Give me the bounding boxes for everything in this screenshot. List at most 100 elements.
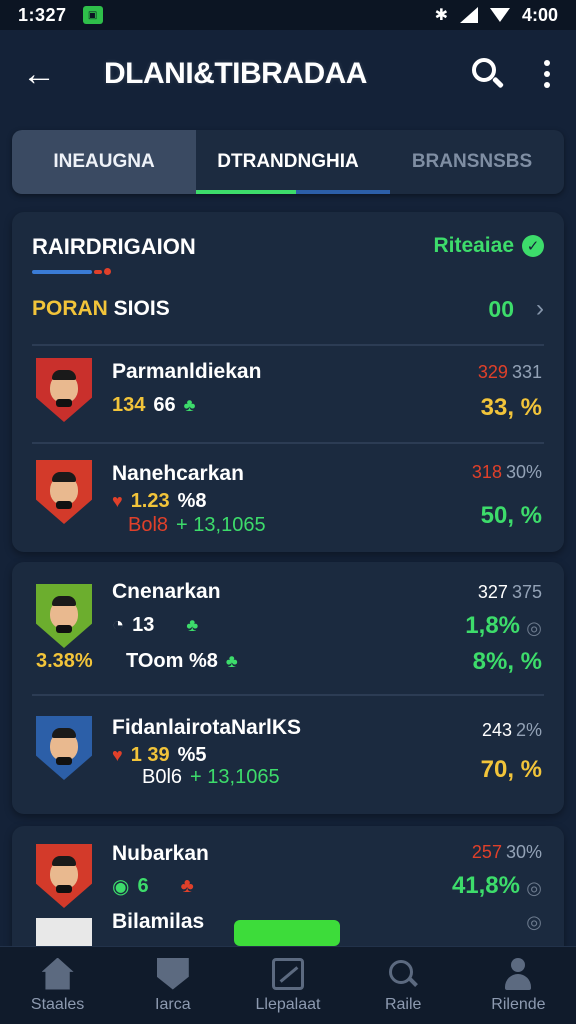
divider: [32, 694, 544, 696]
info-icon[interactable]: ◎: [526, 912, 542, 933]
status-bar: 1:327 ▣ ✱ 4:00: [0, 0, 576, 30]
item-extra-a: B0l6: [142, 766, 183, 788]
nav-item-1[interactable]: Staales: [0, 947, 115, 1024]
team-crest-icon: [36, 358, 92, 422]
item-stat-2: 66: [153, 394, 176, 416]
filter-row[interactable]: PORAN SIOIS 00 ›: [32, 288, 544, 330]
more-options-icon[interactable]: [540, 56, 554, 92]
item-mid-pct: 1,8%: [465, 612, 520, 639]
item-pct: 329 331: [478, 362, 542, 383]
item-big-pct: 70, %: [480, 756, 542, 783]
item-name: FidanlairotaNarlKS: [112, 716, 302, 739]
item-big-pct: 41,8%: [451, 872, 520, 899]
floating-action-pill[interactable]: [234, 920, 340, 946]
clover-icon: ♣: [183, 395, 196, 415]
team-crest-icon: [36, 844, 92, 908]
nav-label: Iarca: [155, 995, 191, 1013]
item-extra-a: Bol8: [128, 514, 169, 536]
status-link[interactable]: Riteaiae ✓: [433, 234, 544, 258]
nav-item-5[interactable]: Rilende: [461, 947, 576, 1024]
nav-item-4[interactable]: Raile: [346, 947, 461, 1024]
search-icon: [387, 958, 419, 990]
nav-item-2[interactable]: Iarca: [115, 947, 230, 1024]
team-crest-icon: [36, 460, 92, 524]
nav-label: Staales: [30, 995, 85, 1013]
item-name: Nanehcarkan: [112, 462, 244, 485]
nav-label: Llepalaat: [255, 995, 321, 1013]
item-stats: ◔ 13 ♣: [112, 614, 198, 637]
item-name: Nubarkan: [112, 842, 209, 865]
item-stats: 134 66 ♣: [112, 394, 195, 417]
list-item[interactable]: Nanehcarkan ♥ 1.23 %8 Bol8 + 13,1065 318…: [12, 450, 564, 550]
item-stat-2: %5: [177, 744, 207, 766]
list-item[interactable]: FidanlairotaNarlKS ♥ 1 39 %5 B0l6 + 13,1…: [12, 702, 564, 802]
info-icon[interactable]: ◎: [526, 618, 542, 639]
tab-bar: INEAUGNA DTRANDNGHIA BRANSNSBS: [12, 130, 564, 194]
section-card: RAIRDRIGAION Riteaiae ✓ PORAN SIOIS 00 ›…: [12, 212, 564, 552]
search-icon[interactable]: [470, 56, 506, 92]
tab-1[interactable]: INEAUGNA: [12, 130, 196, 194]
status-time: 1:327: [18, 4, 67, 25]
bottom-nav: Staales Iarca Llepalaat Raile Rilende: [0, 946, 576, 1024]
divider: [32, 344, 544, 346]
team-crest-icon: [36, 716, 92, 780]
item-pct-b: 2%: [515, 720, 542, 740]
section-underline: [32, 270, 92, 274]
item-side-pct: 3.38%: [36, 650, 93, 672]
item-pct: 318 30%: [472, 462, 542, 483]
item-pct-b: 30%: [505, 462, 542, 482]
filter-label: PORAN SIOIS: [32, 297, 170, 321]
back-arrow-icon[interactable]: ←: [22, 55, 62, 94]
item-line2-text: TOom %8: [126, 650, 218, 672]
section-marker: [94, 270, 102, 274]
item-name: Parmanldiekan: [112, 360, 262, 383]
page-title: DLANI&TIBRADAA: [104, 57, 367, 90]
item-stats: ♥ 1 39 %5: [112, 744, 207, 767]
nav-item-3[interactable]: Llepalaat: [230, 947, 345, 1024]
app-bar: ← DLANI&TIBRADAA: [0, 30, 576, 118]
item-pct: 243 2%: [482, 720, 542, 741]
filter-count: 00: [488, 295, 514, 322]
app-notification-icon: ▣: [82, 6, 103, 24]
item-stat-1: 1 39: [130, 744, 170, 766]
item-name: Bilamilas: [112, 910, 205, 933]
item-stat-1: 13: [132, 614, 155, 636]
user-icon: [502, 957, 534, 990]
nav-label: Raile: [384, 995, 422, 1013]
item-line2: TOom %8 ♣: [126, 650, 238, 673]
filter-label-highlight: PORAN: [32, 297, 108, 320]
status-link-label: Riteaiae: [433, 234, 514, 257]
tab-2-active[interactable]: DTRANDNGHIA: [196, 130, 390, 194]
item-stat-1: 1.23: [130, 490, 170, 512]
item-stats: ◉ 6 ♣: [112, 874, 194, 899]
chevron-right-icon: ›: [536, 295, 544, 322]
chart-icon: [272, 957, 304, 990]
item-extra: B0l6 + 13,1065: [142, 766, 280, 789]
team-crest-icon: [36, 584, 92, 648]
section-card: Cnenarkan ◔ 13 ♣ 327 375 1,8% ◎ 3.38% TO…: [12, 562, 564, 814]
item-stat-2: %8: [177, 490, 207, 512]
bluetooth-icon: ✱: [434, 7, 448, 24]
item-extra: Bol8 + 13,1065: [128, 514, 266, 537]
item-pct-b: 331: [511, 362, 542, 382]
tab-3[interactable]: BRANSNSBS: [380, 130, 564, 194]
clover-icon: ♣: [186, 615, 199, 635]
item-pct-a: 243: [481, 720, 512, 740]
item-stat-1: 134: [112, 394, 146, 416]
section-title: RAIRDRIGAION: [32, 234, 196, 259]
list-item[interactable]: Parmanldiekan 134 66 ♣ 329 331 33, %: [12, 352, 564, 452]
item-pct-a: 329: [477, 362, 508, 382]
clover-icon: ♣: [225, 651, 238, 671]
section-marker-dot: [104, 268, 111, 275]
item-extra-b: + 13,1065: [190, 766, 280, 788]
check-circle-icon: ✓: [522, 235, 544, 257]
heart-icon: ♥: [112, 745, 123, 765]
signal-icon: [459, 7, 478, 23]
item-pct-b: 375: [511, 582, 542, 602]
info-icon[interactable]: ◎: [526, 878, 542, 899]
status-clock: 4:00: [521, 4, 558, 25]
item-big-pct: 33, %: [480, 394, 542, 421]
app-bar-actions: [470, 56, 554, 92]
item-stat-1: 6: [137, 875, 149, 897]
item-pct-a: 318: [471, 462, 502, 482]
